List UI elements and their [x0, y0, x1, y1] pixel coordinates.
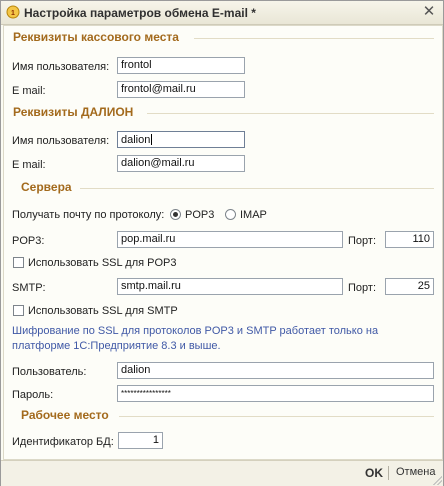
dalion-user-input[interactable]: dalion	[117, 131, 245, 148]
smtp-port-label: Порт:	[348, 282, 376, 294]
form-body: Реквизиты кассового места Имя пользовате…	[3, 25, 443, 460]
settings-dialog: 1 Настройка параметров обмена E-mail * ✕…	[0, 0, 444, 486]
section-divider	[194, 38, 434, 39]
title-bar: 1 Настройка параметров обмена E-mail * ✕	[1, 1, 443, 25]
dalion-email-label: E mail:	[12, 159, 46, 171]
ssl-info-text: Шифрование по SSL для протоколов POP3 и …	[12, 325, 379, 352]
protocol-pop3-radio[interactable]	[170, 209, 181, 220]
dialog-footer: OK Отмена	[1, 460, 443, 486]
footer-separator	[388, 466, 389, 480]
svg-text:1: 1	[11, 10, 15, 17]
smtp-server-input[interactable]: smtp.mail.ru	[117, 278, 343, 295]
section-divider	[80, 188, 434, 189]
login-input[interactable]: dalion	[117, 362, 434, 379]
dalion-user-value: dalion	[121, 134, 151, 146]
window-title: Настройка параметров обмена E-mail *	[24, 6, 256, 20]
cancel-button[interactable]: Отмена	[396, 466, 435, 478]
smtp-label: SMTP:	[12, 282, 46, 294]
app-icon: 1	[6, 5, 20, 19]
pop3-port-input[interactable]: 110	[385, 231, 434, 248]
password-input[interactable]: ****************	[117, 385, 434, 402]
smtp-ssl-label[interactable]: Использовать SSL для SMTP	[28, 305, 178, 317]
section-divider	[147, 113, 434, 114]
db-id-label: Идентификатор БД:	[12, 436, 114, 448]
protocol-pop3-label[interactable]: POP3	[185, 209, 214, 221]
smtp-port-input[interactable]: 25	[385, 278, 434, 295]
pop3-label: POP3:	[12, 235, 45, 247]
protocol-imap-label[interactable]: IMAP	[240, 209, 267, 221]
cash-email-label: E mail:	[12, 85, 46, 97]
pop3-ssl-checkbox[interactable]	[13, 257, 24, 268]
pop3-server-input[interactable]: pop.mail.ru	[117, 231, 343, 248]
close-icon[interactable]: ✕	[421, 4, 437, 20]
pop3-port-label: Порт:	[348, 235, 376, 247]
cash-user-input[interactable]: frontol	[117, 57, 245, 74]
cash-user-label: Имя пользователя:	[12, 61, 110, 73]
section-title-servers: Сервера	[21, 180, 72, 194]
pop3-ssl-label[interactable]: Использовать SSL для POP3	[28, 257, 176, 269]
dalion-user-label: Имя пользователя:	[12, 135, 110, 147]
db-id-input[interactable]: 1	[118, 432, 163, 449]
text-caret	[151, 134, 153, 145]
smtp-ssl-checkbox[interactable]	[13, 305, 24, 316]
section-title-cash: Реквизиты кассового места	[13, 30, 179, 44]
protocol-imap-radio[interactable]	[225, 209, 236, 220]
section-divider	[119, 416, 434, 417]
cash-email-input[interactable]: frontol@mail.ru	[117, 81, 245, 98]
login-label: Пользователь:	[12, 366, 87, 378]
section-title-dalion: Реквизиты ДАЛИОН	[13, 105, 134, 119]
password-label: Пароль:	[12, 389, 54, 401]
dalion-email-input[interactable]: dalion@mail.ru	[117, 155, 245, 172]
section-title-workplace: Рабочее место	[21, 408, 109, 422]
resize-grip-icon[interactable]	[432, 475, 442, 485]
ok-button[interactable]: OK	[365, 466, 383, 480]
protocol-label: Получать почту по протоколу:	[12, 209, 165, 221]
